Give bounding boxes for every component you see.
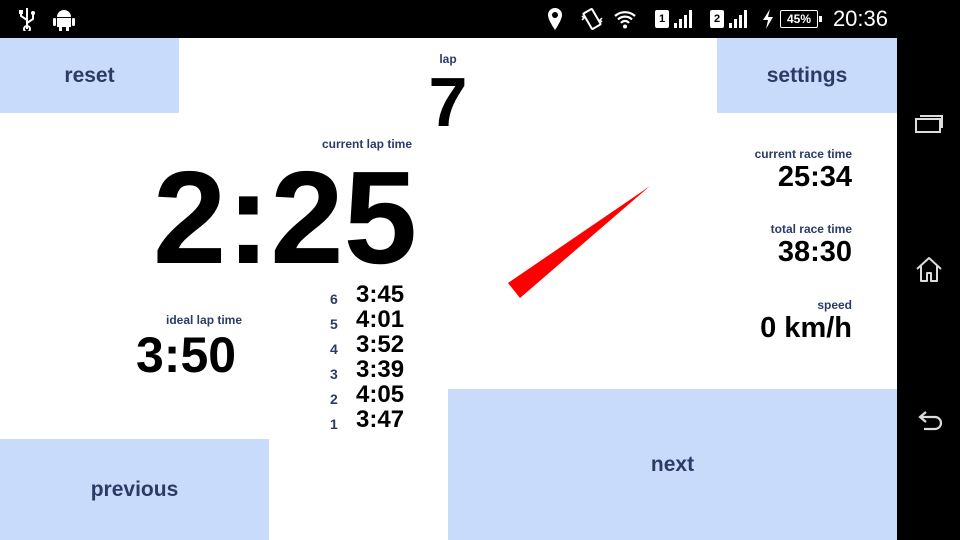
lap-history-row: 1 3:47 [318, 406, 428, 434]
current-lap-time: 2:25 [152, 144, 418, 291]
lap-history-time: 4:01 [356, 306, 405, 333]
ideal-lap-time: 3:50 [136, 327, 237, 383]
ideal-lap-label: ideal lap time [166, 313, 243, 327]
sim2-badge: 2 [710, 10, 724, 28]
vibrate-icon [578, 0, 606, 38]
battery-icon: 45% [780, 10, 822, 28]
usb-icon [14, 0, 40, 38]
back-icon[interactable] [897, 391, 960, 451]
location-icon [544, 0, 566, 38]
android-icon [50, 0, 78, 38]
next-button[interactable]: next [448, 389, 897, 540]
lap-history-time: 3:45 [356, 281, 405, 308]
lap-history-number: 4 [330, 341, 338, 357]
total-race-time: 38:30 [777, 236, 852, 268]
lap-history-number: 6 [330, 291, 338, 307]
sim1-badge: 1 [655, 10, 669, 28]
status-time: 20:36 [832, 6, 888, 31]
lap-history-number: 5 [330, 316, 338, 332]
signal-sim1-icon [674, 10, 692, 28]
lap-history-time: 4:05 [356, 381, 405, 408]
lap-progress-needle [508, 186, 650, 298]
previous-button[interactable]: previous [0, 439, 269, 540]
wifi-icon [612, 0, 638, 38]
settings-button[interactable]: settings [717, 38, 897, 113]
current-race-time: 25:34 [777, 161, 852, 193]
speed-value: 0 km/h [760, 312, 852, 344]
lap-history-number: 3 [330, 366, 338, 382]
navigation-bar [897, 38, 960, 540]
recent-apps-icon[interactable] [897, 93, 960, 153]
charging-icon [760, 0, 776, 38]
reset-button[interactable]: reset [0, 38, 179, 113]
lap-history-time: 3:47 [356, 406, 405, 433]
lap-number: 7 [428, 63, 468, 141]
status-bar: 1 2 45% 20:36 [0, 0, 960, 38]
lap-history-number: 2 [330, 391, 338, 407]
lap-history-time: 3:39 [356, 356, 405, 383]
lap-history-time: 3:52 [356, 331, 405, 358]
app-screen: reset settings previous next lap 7 curre… [0, 38, 897, 540]
home-icon[interactable] [897, 239, 960, 299]
signal-sim2-icon [729, 10, 747, 28]
lap-history-number: 1 [330, 416, 338, 432]
